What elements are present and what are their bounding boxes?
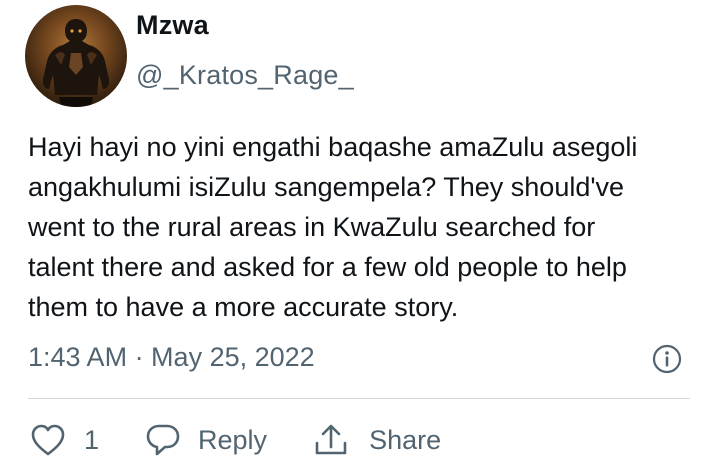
share-label: Share [369, 424, 442, 455]
reply-bubble-icon [146, 424, 180, 456]
heart-icon [31, 424, 65, 456]
tweet-card: Mzwa @_Kratos_Rage_ Hayi hayi no yini en… [0, 0, 720, 474]
tweet-text-line: them to have a more accurate story. [28, 292, 459, 322]
info-icon[interactable] [652, 344, 682, 374]
tweet-text: Hayi hayi no yini engathi baqashe amaZul… [28, 127, 698, 327]
user-handle[interactable]: @_Kratos_Rage_ [136, 60, 354, 91]
share-icon [315, 424, 347, 455]
divider [28, 398, 690, 399]
tweet-text-line: went to the rural areas in KwaZulu searc… [28, 212, 596, 242]
tweet-text-line: Hayi hayi no yini engathi baqashe amaZul… [28, 132, 638, 162]
action-bar: 1 Reply Share [30, 418, 441, 462]
display-name[interactable]: Mzwa [136, 10, 209, 41]
tweet-timestamp[interactable]: 1:43 AM · May 25, 2022 [28, 342, 315, 373]
reply-button[interactable]: Reply [145, 423, 267, 457]
warrior-avatar-icon [42, 19, 110, 107]
share-button[interactable]: Share [313, 423, 441, 457]
tweet-text-line: angakhulumi isiZulu sangempela? They sho… [28, 172, 625, 202]
like-count: 1 [84, 424, 100, 455]
like-button[interactable]: 1 [30, 423, 99, 457]
tweet-text-line: talent there and asked for a few old peo… [28, 252, 627, 282]
reply-label: Reply [198, 424, 268, 455]
avatar[interactable] [25, 5, 127, 107]
